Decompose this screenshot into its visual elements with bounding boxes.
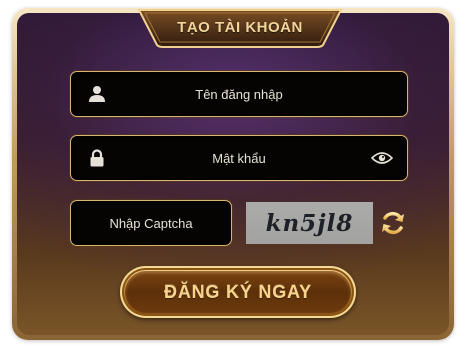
register-button[interactable]: ĐĂNG KÝ NGAY <box>120 266 356 318</box>
captcha-code: kn5jl8 <box>265 209 354 237</box>
refresh-icon[interactable] <box>380 210 406 236</box>
username-placeholder: Tên đăng nhập <box>195 86 283 102</box>
dialog-title-tab: TẠO TÀI KHOẢN <box>137 8 343 48</box>
captcha-image: kn5jl8 <box>246 202 373 244</box>
register-button-label: ĐĂNG KÝ NGAY <box>164 281 312 302</box>
captcha-input[interactable]: Nhập Captcha <box>70 200 232 246</box>
dialog-title: TẠO TÀI KHOẢN <box>177 19 303 36</box>
password-field[interactable]: Mật khẩu <box>70 135 408 181</box>
captcha-placeholder: Nhập Captcha <box>109 215 193 231</box>
eye-icon[interactable] <box>371 151 393 165</box>
password-placeholder: Mật khẩu <box>212 150 266 166</box>
username-field[interactable]: Tên đăng nhập <box>70 71 408 117</box>
